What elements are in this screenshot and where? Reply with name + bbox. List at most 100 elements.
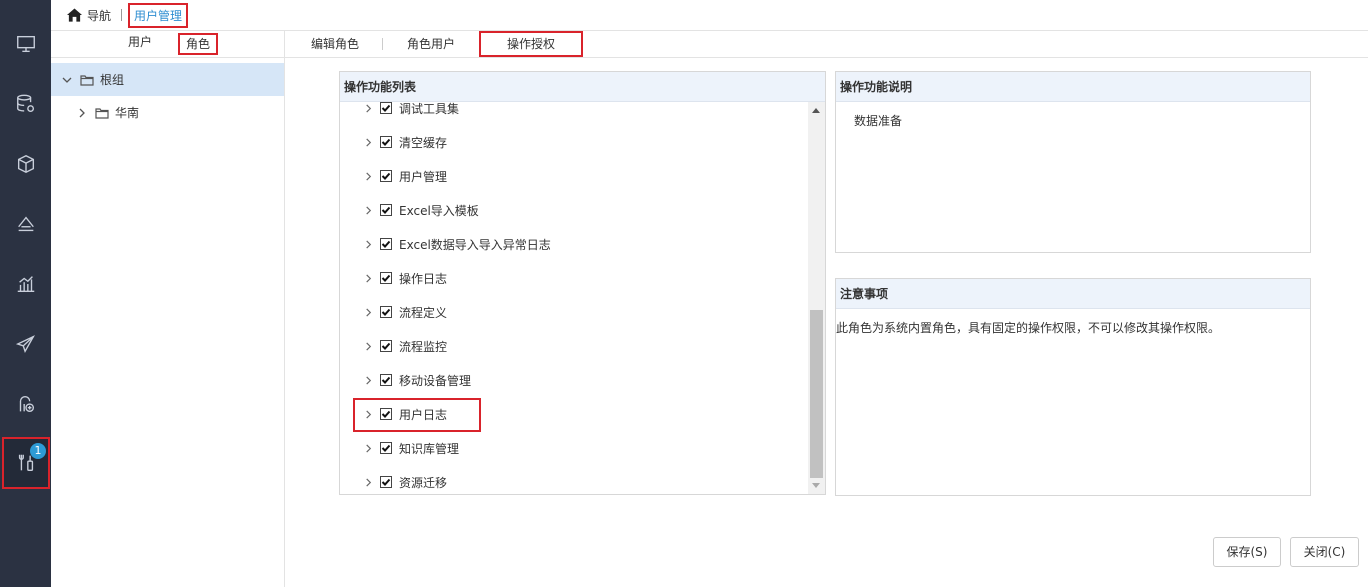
check-icon xyxy=(381,376,391,384)
scroll-thumb[interactable] xyxy=(810,310,823,478)
list-item[interactable]: 移动设备管理 xyxy=(340,363,808,397)
notes-panel: 注意事项 此角色为系统内置角色，具有固定的操作权限，不可以修改其操作权限。 xyxy=(835,278,1311,496)
chevron-right-icon[interactable] xyxy=(364,171,373,181)
operation-list: 调试工具集清空缓存用户管理 Excel导入模板 Excel数据导入导入异常日志 操作日… xyxy=(340,102,808,494)
rail-item-database[interactable] xyxy=(0,78,51,130)
operation-list-panel: 操作功能列表 调试工具集清空缓存用户管理 Excel导入模板 Excel数据导入导入… xyxy=(339,71,826,495)
list-item[interactable]: 操作日志 xyxy=(340,261,808,295)
chevron-right-icon[interactable] xyxy=(364,273,373,283)
tab-op-auth[interactable]: 操作授权 xyxy=(479,31,584,57)
checkbox[interactable] xyxy=(380,374,392,386)
rail-item-chart[interactable] xyxy=(0,258,51,310)
tab-edit-role[interactable]: 编辑角色 xyxy=(287,31,384,57)
list-item-label: 流程定义 xyxy=(399,305,448,320)
list-item-label: 清空缓存 xyxy=(399,135,448,150)
check-icon xyxy=(381,308,391,316)
checkbox[interactable] xyxy=(380,102,392,114)
rail-item-layers[interactable] xyxy=(0,198,51,250)
check-icon xyxy=(381,478,391,486)
chevron-right-icon[interactable] xyxy=(364,307,373,317)
check-icon xyxy=(381,240,391,248)
rail-item-mobile[interactable] xyxy=(0,378,51,430)
list-item-label: 移动设备管理 xyxy=(399,373,472,388)
check-icon xyxy=(381,172,391,180)
chevron-down-icon[interactable] xyxy=(62,75,72,85)
highlight-box xyxy=(353,398,481,432)
breadcrumb-home[interactable]: 导航 xyxy=(67,7,111,24)
checkbox[interactable] xyxy=(380,238,392,250)
scroll-up-icon[interactable] xyxy=(812,108,820,113)
checkbox[interactable] xyxy=(380,136,392,148)
send-icon xyxy=(15,335,35,354)
operation-list-title: 操作功能列表 xyxy=(340,72,825,102)
chevron-right-icon[interactable] xyxy=(364,341,373,351)
role-tabs: 编辑角色 角色用户 操作授权 xyxy=(285,31,1368,58)
tab-user[interactable]: 用户 xyxy=(128,33,152,55)
monitor-icon xyxy=(16,35,35,53)
left-nav-rail: 1 xyxy=(0,0,51,587)
chevron-right-icon[interactable] xyxy=(364,239,373,249)
check-icon xyxy=(381,444,391,452)
list-item[interactable]: 清空缓存 xyxy=(340,125,808,159)
database-gear-icon xyxy=(16,94,34,113)
list-item-label: 资源迁移 xyxy=(399,475,448,490)
mobile-chart-icon xyxy=(19,396,34,413)
notification-badge: 1 xyxy=(30,443,46,459)
check-icon xyxy=(381,138,391,146)
home-icon xyxy=(67,8,82,22)
check-icon xyxy=(381,342,391,350)
list-item[interactable]: 用户管理 xyxy=(340,159,808,193)
list-item[interactable]: 知识库管理 xyxy=(340,431,808,465)
checkbox[interactable] xyxy=(380,306,392,318)
checkbox[interactable] xyxy=(380,204,392,216)
checkbox[interactable] xyxy=(380,170,392,182)
scroll-down-icon[interactable] xyxy=(812,483,820,488)
chevron-right-icon[interactable] xyxy=(364,205,373,215)
list-item[interactable]: Excel导入模板 xyxy=(340,193,808,227)
description-title: 操作功能说明 xyxy=(836,72,1310,102)
chevron-right-icon[interactable] xyxy=(364,103,373,113)
left-tabs: 用户 角色 xyxy=(51,31,284,58)
list-item[interactable]: Excel数据导入导入异常日志 xyxy=(340,227,808,261)
rail-item-monitor[interactable] xyxy=(0,18,51,70)
list-item[interactable]: 资源迁移 xyxy=(340,465,808,494)
checkbox[interactable] xyxy=(380,476,392,488)
tab-role-users[interactable]: 角色用户 xyxy=(383,31,479,57)
chevron-right-icon[interactable] xyxy=(364,137,373,147)
save-button[interactable]: 保存(S) xyxy=(1213,537,1281,567)
rail-item-send[interactable] xyxy=(0,318,51,370)
chevron-right-icon[interactable] xyxy=(364,477,373,487)
list-item-label: Excel数据导入导入异常日志 xyxy=(399,237,551,252)
role-tree-panel: 用户 角色 根组 华南 xyxy=(51,31,285,587)
list-item-label: 用户管理 xyxy=(399,169,448,184)
tree-node-child[interactable]: 华南 xyxy=(51,96,284,129)
breadcrumb-home-label: 导航 xyxy=(87,8,112,23)
list-item-label: 知识库管理 xyxy=(399,441,460,456)
breadcrumb-divider xyxy=(121,9,123,21)
layers-icon xyxy=(17,216,34,232)
scrollbar[interactable] xyxy=(808,102,825,494)
chevron-right-icon[interactable] xyxy=(364,375,373,385)
checkbox[interactable] xyxy=(380,442,392,454)
rail-item-cube[interactable] xyxy=(0,138,51,190)
breadcrumb-current[interactable]: 用户管理 xyxy=(128,2,189,28)
checkbox[interactable] xyxy=(380,340,392,352)
list-item-label: 流程监控 xyxy=(399,339,448,354)
chevron-right-icon[interactable] xyxy=(77,108,87,118)
checkbox[interactable] xyxy=(380,272,392,284)
description-text: 数据准备 xyxy=(854,114,903,128)
list-item[interactable]: 流程定义 xyxy=(340,295,808,329)
bar-chart-icon xyxy=(17,276,34,293)
cube-icon xyxy=(17,154,34,174)
tab-role[interactable]: 角色 xyxy=(178,33,219,55)
list-item[interactable]: 流程监控 xyxy=(340,329,808,363)
list-item-label: 操作日志 xyxy=(399,271,448,286)
chevron-right-icon[interactable] xyxy=(364,443,373,453)
list-item[interactable]: 调试工具集 xyxy=(340,102,808,125)
check-icon xyxy=(381,104,391,112)
rail-item-tools[interactable]: 1 xyxy=(2,437,50,489)
folder-icon xyxy=(80,74,94,86)
tree-node-root[interactable]: 根组 xyxy=(51,63,284,96)
operation-description-panel: 操作功能说明 数据准备 xyxy=(835,71,1311,253)
close-button[interactable]: 关闭(C) xyxy=(1290,537,1359,567)
